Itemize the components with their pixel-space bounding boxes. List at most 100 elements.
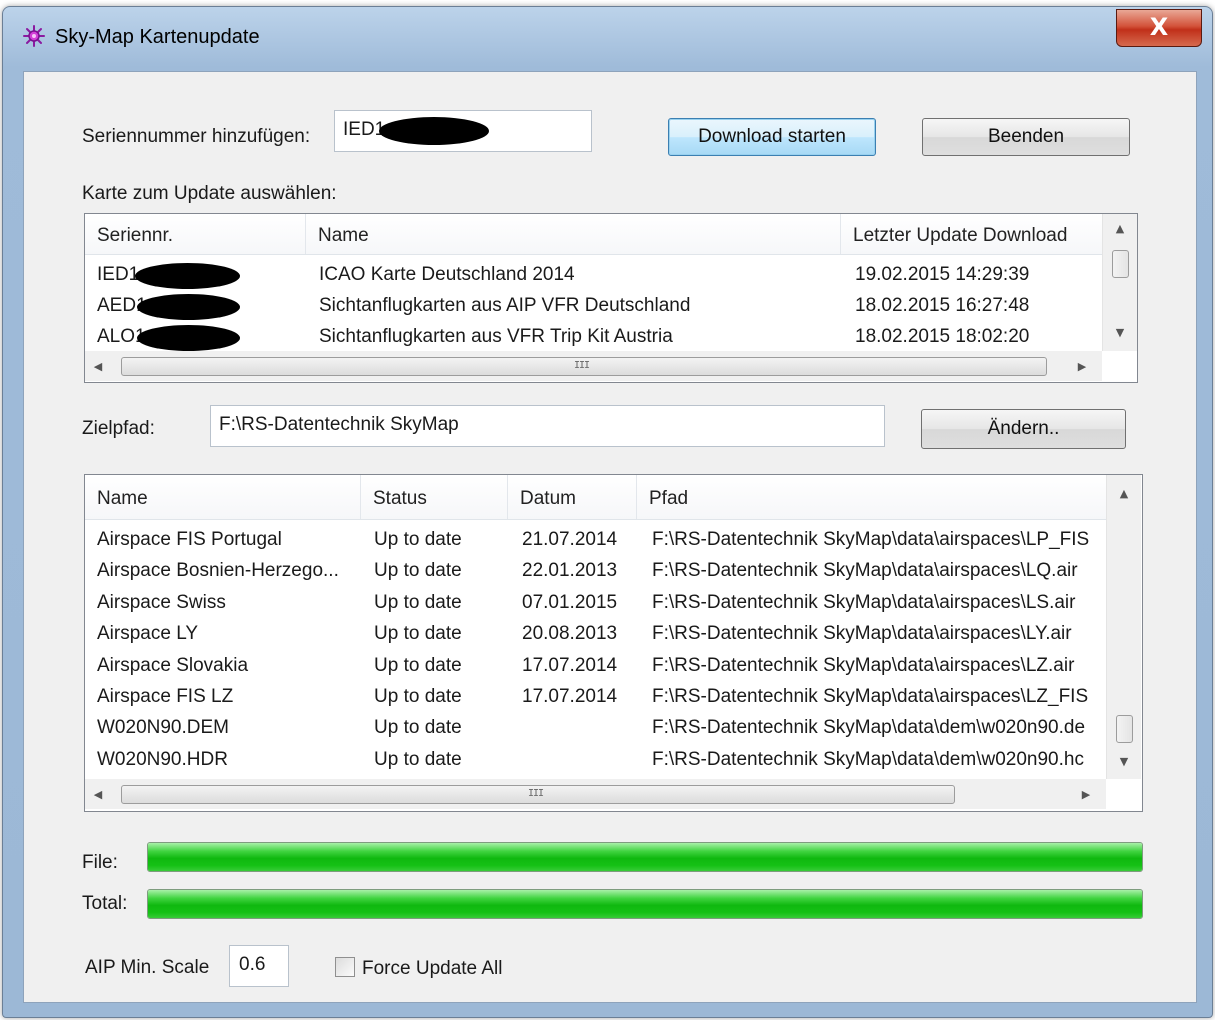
- redaction-mark: [135, 263, 240, 289]
- scroll-thumb[interactable]: III: [121, 785, 955, 804]
- map-list-vscrollbar[interactable]: ▲ ▼: [1102, 214, 1137, 351]
- column-header-last-update[interactable]: Letzter Update Download: [841, 214, 1102, 254]
- map-date-cell: 19.02.2015 14:29:39: [855, 264, 1030, 285]
- total-progress-fill: [148, 890, 1142, 918]
- file-date-cell: 22.01.2013: [522, 560, 618, 582]
- file-path-cell: F:\RS-Datentechnik SkyMap\data\dem\w020n…: [652, 748, 1084, 770]
- redaction-mark: [137, 294, 240, 320]
- window-title: Sky-Map Kartenupdate: [55, 26, 260, 48]
- file-list-row[interactable]: W020N90.HDR Up to date F:\RS-Datentechnik …: [85, 744, 1106, 775]
- map-date-cell: 18.02.2015 16:27:48: [855, 295, 1030, 316]
- file-list-vscrollbar[interactable]: ▲ ▼: [1106, 475, 1141, 779]
- scroll-down-icon[interactable]: ▼: [1103, 326, 1137, 339]
- file-status-cell: Up to date: [374, 623, 462, 645]
- file-date-cell: [510, 744, 638, 775]
- force-update-label[interactable]: Force Update All: [362, 958, 502, 980]
- scroll-up-icon[interactable]: ▲: [1107, 487, 1141, 500]
- map-name-cell: ICAO Karte Deutschland 2014: [319, 264, 575, 285]
- target-path-input[interactable]: F:\RS-Datentechnik SkyMap: [210, 405, 885, 447]
- column-header-name[interactable]: Name: [85, 475, 361, 519]
- file-name-cell: Airspace FIS LZ: [97, 686, 234, 707]
- total-progress-bar: [147, 889, 1143, 919]
- map-list-header: Seriennr. Name Letzter Update Download: [85, 214, 1102, 255]
- file-name-cell: W020N90.DEM: [97, 717, 229, 739]
- file-path-cell: F:\RS-Datentechnik SkyMap\data\dem\w020n…: [652, 717, 1086, 739]
- redaction-mark: [379, 117, 489, 145]
- redaction-mark: [137, 325, 240, 351]
- close-icon: X: [1149, 13, 1169, 41]
- download-button[interactable]: Download starten: [668, 118, 876, 156]
- map-select-label: Karte zum Update auswählen:: [82, 183, 337, 204]
- file-name-cell: Airspace FIS Portugal: [97, 529, 282, 550]
- file-date-cell: 20.08.2013: [522, 623, 618, 645]
- file-name-cell: Airspace Bosnien-Herzego...: [97, 560, 339, 582]
- map-name-cell: Sichtanflugkarten aus AIP VFR Deutschlan…: [319, 295, 691, 316]
- total-progress-label: Total:: [82, 893, 128, 914]
- file-status-cell: Up to date: [374, 591, 462, 613]
- file-list-row[interactable]: Airspace Bosnien-Herzego... Up to date 22.…: [85, 555, 1106, 586]
- main-window: Sky-Map Kartenupdate X Seriennummer hinz…: [2, 6, 1213, 1018]
- serial-label: Seriennummer hinzufügen:: [82, 126, 311, 147]
- scroll-left-icon[interactable]: ◀: [91, 360, 105, 373]
- file-status-cell: Up to date: [374, 560, 462, 582]
- file-list-hscrollbar[interactable]: ◀ III ▶: [85, 779, 1106, 809]
- file-progress-fill: [148, 843, 1142, 871]
- scroll-right-icon[interactable]: ▶: [1075, 360, 1089, 373]
- scroll-thumb[interactable]: [1116, 715, 1133, 743]
- star-icon: [23, 25, 45, 47]
- file-list-row[interactable]: Airspace LY Up to date 20.08.2013 F:\RS-Dat…: [85, 618, 1106, 649]
- quit-button[interactable]: Beenden: [922, 118, 1130, 156]
- scale-input[interactable]: 0.6: [229, 945, 289, 987]
- file-date-cell: 17.07.2014: [522, 686, 618, 707]
- change-path-button[interactable]: Ändern..: [921, 409, 1126, 449]
- file-path-cell: F:\RS-Datentechnik SkyMap\data\airspaces…: [652, 623, 1072, 645]
- file-date-cell: 21.07.2014: [522, 529, 618, 550]
- file-name-cell: Airspace Swiss: [97, 591, 226, 613]
- scale-input-value: 0.6: [239, 954, 266, 975]
- scroll-thumb[interactable]: [1112, 250, 1129, 278]
- file-list-row[interactable]: W020N90.DEM Up to date F:\RS-Datentechnik …: [85, 712, 1106, 743]
- scroll-left-icon[interactable]: ◀: [91, 788, 105, 801]
- file-list-header: Name Status Datum Pfad: [85, 475, 1106, 520]
- file-date-cell: [510, 712, 638, 743]
- column-header-date[interactable]: Datum: [508, 475, 637, 519]
- file-status-cell: Up to date: [374, 686, 462, 707]
- force-update-checkbox[interactable]: [335, 957, 355, 977]
- title-bar[interactable]: Sky-Map Kartenupdate X: [3, 7, 1212, 63]
- file-status-cell: Up to date: [374, 654, 462, 676]
- target-path-label: Zielpfad:: [82, 418, 155, 439]
- file-list-row[interactable]: Airspace Slovakia Up to date 17.07.2014 F:\…: [85, 650, 1106, 681]
- file-list-row[interactable]: Airspace FIS LZ Up to date 17.07.2014 F:\RS…: [85, 681, 1106, 712]
- map-list[interactable]: Seriennr. Name Letzter Update Download I…: [84, 213, 1138, 383]
- scroll-right-icon[interactable]: ▶: [1079, 788, 1093, 801]
- column-header-status[interactable]: Status: [361, 475, 508, 519]
- file-date-cell: 17.07.2014: [522, 654, 618, 676]
- map-list-hscrollbar[interactable]: ◀ III ▶: [85, 351, 1102, 381]
- target-path-value: F:\RS-Datentechnik SkyMap: [219, 414, 459, 435]
- file-list-row[interactable]: Airspace Swiss Up to date 07.01.2015 F:\RS-…: [85, 587, 1106, 618]
- grip-icon: III: [574, 360, 590, 371]
- file-date-cell: 07.01.2015: [522, 591, 618, 613]
- scroll-down-icon[interactable]: ▼: [1107, 755, 1141, 768]
- file-name-cell: Airspace Slovakia: [97, 654, 249, 676]
- file-list[interactable]: Name Status Datum Pfad Airspace FIS Port…: [84, 474, 1143, 812]
- file-status-cell: Up to date: [374, 529, 462, 550]
- file-progress-bar: [147, 842, 1143, 872]
- file-path-cell: F:\RS-Datentechnik SkyMap\data\airspaces…: [652, 591, 1076, 613]
- grip-icon: III: [528, 788, 544, 799]
- file-name-cell: Airspace LY: [97, 623, 199, 645]
- client-area: Seriennummer hinzufügen: IED1 Download s…: [23, 71, 1197, 1003]
- column-header-path[interactable]: Pfad: [637, 475, 1106, 519]
- scale-label: AIP Min. Scale: [85, 957, 210, 978]
- scroll-up-icon[interactable]: ▲: [1103, 222, 1137, 235]
- scroll-thumb[interactable]: III: [121, 357, 1047, 376]
- map-name-cell: Sichtanflugkarten aus VFR Trip Kit Austr…: [319, 326, 673, 347]
- file-progress-label: File:: [82, 852, 118, 873]
- close-button[interactable]: X: [1116, 9, 1202, 47]
- file-list-row[interactable]: Airspace FIS Portugal Up to date 21.07.201…: [85, 524, 1106, 555]
- column-header-name[interactable]: Name: [306, 214, 841, 254]
- file-path-cell: F:\RS-Datentechnik SkyMap\data\airspaces…: [652, 529, 1090, 550]
- file-path-cell: F:\RS-Datentechnik SkyMap\data\airspaces…: [652, 654, 1075, 676]
- column-header-serial[interactable]: Seriennr.: [85, 214, 306, 254]
- file-path-cell: F:\RS-Datentechnik SkyMap\data\airspaces…: [652, 560, 1078, 582]
